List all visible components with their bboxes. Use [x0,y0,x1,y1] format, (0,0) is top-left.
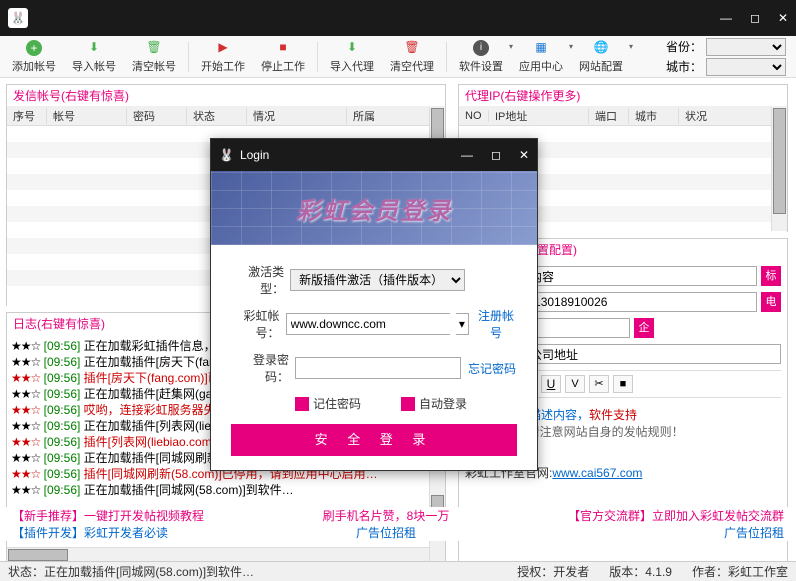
forgot-link[interactable]: 忘记密码 [467,360,517,377]
globe-icon: 🌐 [593,40,609,56]
phone-input[interactable] [529,292,757,312]
login-submit-button[interactable]: 安 全 登 录 [231,424,517,456]
login-titlebar: 🐰Login — ◻ ✕ [211,139,537,171]
username-dropdown[interactable]: ▾ [456,313,470,335]
footer-r2[interactable]: 广告位招租 [568,524,784,541]
add-account-button[interactable]: +添加帐号 [4,38,64,76]
autologin-checkbox[interactable]: 自动登录 [401,395,467,412]
footer-m2[interactable]: 广告位招租 [323,524,450,541]
login-minimize[interactable]: — [461,148,473,162]
login-dialog: 🐰Login — ◻ ✕ 彩虹会员登录 激活类型：新版插件激活（插件版本） 彩虹… [210,138,538,471]
add-icon: + [26,40,42,56]
proxies-header: NO IP地址 端口 城市 状况 [459,106,787,126]
settings-button[interactable]: i软件设置▾ [451,38,511,76]
info-icon: i [473,40,489,56]
underline-button[interactable]: U [541,375,561,393]
import-account-button[interactable]: ⬇导入帐号 [64,38,124,76]
trash-icon: 🗑 [146,40,162,56]
maximize-button[interactable]: ◻ [750,11,760,25]
clear-account-button[interactable]: 🗑清空帐号 [124,38,184,76]
city-label: 城市： [666,58,702,75]
import-proxy-button[interactable]: ⬇导入代理 [322,38,382,76]
footer-links: 【新手推荐】一键打开发帖视频教程 【插件开发】彩虹开发者必读 刷手机名片赞，8块… [0,507,796,541]
cut-button[interactable]: ✂ [589,375,609,393]
login-maximize[interactable]: ◻ [491,148,501,162]
site-link[interactable]: www.cai567.com [552,466,642,480]
strike-button[interactable]: V [565,375,585,393]
city-select[interactable] [706,58,786,76]
app-logo: 🐰 [8,8,28,28]
start-work-button[interactable]: ▶开始工作 [193,38,253,76]
login-logo: 🐰 [219,148,234,162]
stop-icon: ■ [275,40,291,56]
remember-checkbox[interactable]: 记住密码 [295,395,361,412]
proxies-scrollbar[interactable] [771,107,787,231]
footer-l1[interactable]: 【新手推荐】一键打开发帖视频教程 [12,507,204,524]
more-button[interactable]: ■ [613,375,633,393]
title-btn[interactable]: 标 [761,266,781,286]
import-icon: ⬇ [86,40,102,56]
province-select[interactable] [706,38,786,56]
app-center-button[interactable]: ▦应用中心▾ [511,38,571,76]
proxies-title: 代理IP(右键操作更多) [459,85,787,106]
stop-work-button[interactable]: ■停止工作 [253,38,313,76]
footer-l2[interactable]: 【插件开发】彩虹开发者必读 [12,524,204,541]
play-icon: ▶ [215,40,231,56]
activation-type-select[interactable]: 新版插件激活（插件版本） [290,269,465,291]
room-btn[interactable]: 企 [634,318,654,338]
login-close[interactable]: ✕ [519,148,529,162]
trash-icon: 🗑 [404,40,420,56]
minimize-button[interactable]: — [720,11,732,25]
province-label: 省份： [666,38,702,55]
login-banner: 彩虹会员登录 [211,171,537,245]
footer-r1[interactable]: 【官方交流群】立即加入彩虹发帖交流群 [568,507,784,524]
site-config-button[interactable]: 🌐网站配置▾ [571,38,631,76]
import-proxy-icon: ⬇ [344,40,360,56]
window-controls: — ◻ ✕ [720,11,788,25]
phone-btn[interactable]: 电 [761,292,781,312]
username-input[interactable] [286,313,450,335]
accounts-title: 发信帐号(右键有惊喜) [7,85,445,106]
password-input[interactable] [295,357,461,379]
accounts-header: 序号 帐号 密码 状态 情况 所属 [7,106,445,126]
status-bar: 状态：正在加载插件[同城网(58.com)]到软件… 授权：开发者 版本：4.1… [0,561,796,581]
apps-icon: ▦ [533,40,549,56]
footer-m1[interactable]: 刷手机名片赞，8块一万 [323,507,450,524]
main-toolbar: +添加帐号 ⬇导入帐号 🗑清空帐号 ▶开始工作 ■停止工作 ⬇导入代理 🗑清空代… [0,36,796,78]
register-link[interactable]: 注册帐号 [475,307,517,341]
window-titlebar: 🐰 — ◻ ✕ [0,0,796,36]
close-button[interactable]: ✕ [778,11,788,25]
clear-proxy-button[interactable]: 🗑清空代理 [382,38,442,76]
